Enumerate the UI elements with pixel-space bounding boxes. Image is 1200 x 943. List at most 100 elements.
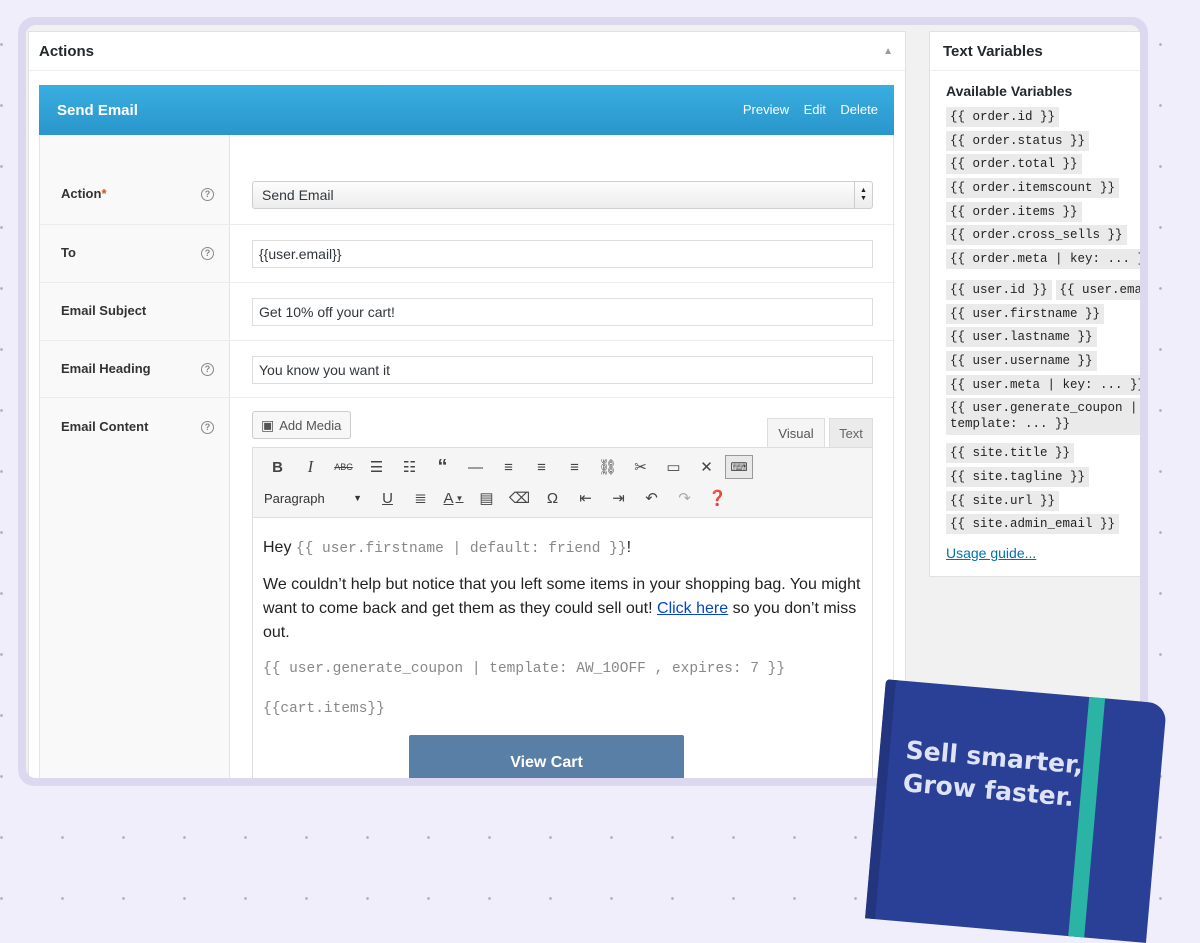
collapse-arrow-icon[interactable]: ▲ — [883, 46, 893, 57]
paste-text-icon[interactable]: ▤ — [470, 484, 503, 512]
blockquote-icon[interactable]: “ — [426, 453, 459, 481]
variable-chip[interactable]: {{ user.id }} — [946, 279, 1052, 300]
row-divider — [40, 340, 895, 341]
variable-chip[interactable]: {{ order.status }} — [946, 130, 1090, 151]
action-select[interactable]: Send Email ▲ ▼ — [252, 181, 873, 209]
variable-chip[interactable]: {{ order.id }} — [946, 107, 1060, 127]
text-variables-panel: Text Variables Available Variables {{ or… — [929, 31, 1140, 577]
italic-icon[interactable]: I — [294, 453, 327, 481]
variable-line: {{ order.items }} — [946, 201, 1140, 226]
special-character-icon[interactable]: Ω — [536, 484, 569, 512]
row-divider — [40, 282, 895, 283]
link-icon[interactable]: ⛓ — [591, 453, 624, 481]
variable-line: {{ user.username }} — [946, 350, 1140, 375]
bullet-list-icon[interactable]: ☰ — [360, 453, 393, 481]
greeting-text: Hey — [263, 539, 292, 556]
align-left-icon[interactable]: ≡ — [492, 453, 525, 481]
add-media-label: Add Media — [279, 417, 342, 433]
variable-line: {{ order.meta | key: ... }} — [946, 249, 1140, 273]
actions-header: Actions ▲ — [29, 32, 905, 71]
help-icon[interactable]: ? — [201, 363, 214, 376]
variable-chip[interactable]: {{ user.firstname }} — [946, 303, 1105, 324]
notebook-illustration: Sell smarter, Grow faster. — [851, 678, 1171, 943]
editor-toolbar: B I ABC ☰ ☷ “ — ≡ ≡ ≡ ⛓ ✂ ▭ ✕ ⌨ Paragrap… — [252, 447, 873, 517]
variable-chip[interactable]: {{ order.items }} — [946, 201, 1082, 222]
paragraph-format-value: Paragraph — [264, 490, 325, 506]
variable-line: {{ user.meta | key: ... }} — [946, 374, 1140, 399]
undo-icon[interactable]: ↶ — [635, 484, 668, 512]
toolbar-toggle-icon[interactable]: ⌨ — [725, 455, 753, 479]
help-circle-icon[interactable]: ❓ — [701, 484, 734, 512]
email-heading-label: Email Heading — [61, 361, 151, 376]
variable-chip[interactable]: {{ user.username }} — [946, 350, 1097, 371]
read-more-icon[interactable]: ▭ — [657, 453, 690, 481]
variable-chip[interactable]: {{ order.meta | key: ... }} — [946, 249, 1140, 270]
bold-icon[interactable]: B — [261, 453, 294, 481]
coupon-variable: {{ user.generate_coupon | template: AW_1… — [263, 661, 786, 677]
delete-link[interactable]: Delete — [840, 102, 878, 117]
indent-icon[interactable]: ⇥ — [602, 484, 635, 512]
outdent-icon[interactable]: ⇤ — [569, 484, 602, 512]
fullscreen-icon[interactable]: ✕ — [690, 453, 723, 481]
variable-chip[interactable]: {{ order.cross_sells }} — [946, 225, 1127, 246]
variable-line: {{ user.id }}{{ user.email }} — [946, 279, 1140, 304]
email-subject-label: Email Subject — [61, 303, 147, 318]
align-center-icon[interactable]: ≡ — [525, 453, 558, 481]
available-variables-heading: Available Variables — [946, 83, 1073, 99]
horizontal-line-icon[interactable]: — — [459, 453, 492, 481]
usage-guide-link[interactable]: Usage guide... — [946, 545, 1036, 561]
variable-line: {{ order.status }} — [946, 130, 1140, 155]
variable-chip[interactable]: {{ order.itemscount }} — [946, 178, 1120, 199]
variable-chip[interactable]: {{ site.title }} — [946, 443, 1075, 464]
variable-line: {{ order.total }} — [946, 154, 1140, 178]
paragraph-format-select[interactable]: Paragraph ▼ — [259, 486, 367, 510]
clear-formatting-icon[interactable]: ⌫ — [503, 484, 536, 512]
align-right-icon[interactable]: ≡ — [558, 453, 591, 481]
required-marker: * — [101, 186, 107, 201]
variable-chip[interactable]: {{ order.total }} — [946, 154, 1082, 175]
add-media-button[interactable]: ▣ Add Media — [252, 411, 352, 439]
variable-line: {{ site.title }} — [946, 443, 1140, 467]
tab-visual[interactable]: Visual — [767, 418, 825, 448]
view-cart-button[interactable]: View Cart — [409, 735, 684, 778]
media-icon: ▣ — [261, 416, 275, 433]
variable-chip[interactable]: {{ user.email }} — [1055, 279, 1140, 300]
row-divider — [40, 397, 895, 398]
firstname-variable: {{ user.firstname | default: friend }} — [295, 541, 627, 557]
click-here-link[interactable]: Click here — [657, 600, 728, 617]
underline-icon[interactable]: U — [371, 484, 404, 512]
variable-chip[interactable]: {{ site.url }} — [946, 490, 1060, 511]
label-column — [40, 135, 230, 778]
preview-link[interactable]: Preview — [743, 102, 789, 117]
help-icon[interactable]: ? — [201, 421, 214, 434]
variable-line: {{ site.admin_email }} — [946, 514, 1140, 538]
variable-chip[interactable]: {{ user.lastname }} — [946, 327, 1097, 348]
to-label: To — [61, 245, 76, 260]
toolbar-row-1: B I ABC ☰ ☷ “ — ≡ ≡ ≡ ⛓ ✂ ▭ ✕ ⌨ — [261, 452, 753, 482]
variable-chip[interactable]: {{ site.admin_email }} — [946, 514, 1120, 535]
edit-link[interactable]: Edit — [804, 102, 826, 117]
notebook-cover — [865, 679, 1167, 943]
redo-icon[interactable]: ↷ — [668, 484, 701, 512]
select-arrows-icon: ▲ ▼ — [854, 182, 872, 208]
justify-icon[interactable]: ≣ — [404, 484, 437, 512]
numbered-list-icon[interactable]: ☷ — [393, 453, 426, 481]
variable-chip[interactable]: {{ site.tagline }} — [946, 466, 1090, 487]
chevron-down-icon: ▼ — [353, 493, 362, 503]
text-color-icon[interactable]: A ▼ — [437, 484, 470, 512]
email-content-editor[interactable]: Hey {{ user.firstname | default: friend … — [252, 517, 873, 778]
coupon-variable-chip[interactable]: {{ user.generate_coupon | template: ... }… — [946, 398, 1140, 436]
action-form: Action* ? Send Email ▲ ▼ To ? {{user.emai… — [39, 135, 895, 778]
admin-screen: Actions ▲ Send Email Preview Edit Delete… — [26, 25, 1140, 778]
actions-title: Actions — [39, 42, 95, 60]
help-icon[interactable]: ? — [201, 247, 214, 260]
help-icon[interactable]: ? — [201, 188, 214, 201]
tab-text[interactable]: Text — [829, 418, 873, 448]
actions-panel: Actions ▲ Send Email Preview Edit Delete… — [28, 31, 906, 778]
strikethrough-icon[interactable]: ABC — [327, 453, 360, 481]
email-subject-field[interactable]: Get 10% off your cart! — [252, 298, 873, 326]
to-field[interactable]: {{user.email}} — [252, 240, 873, 268]
unlink-icon[interactable]: ✂ — [624, 453, 657, 481]
email-heading-field[interactable]: You know you want it — [252, 356, 873, 384]
variable-chip[interactable]: {{ user.meta | key: ... }} — [946, 374, 1140, 395]
